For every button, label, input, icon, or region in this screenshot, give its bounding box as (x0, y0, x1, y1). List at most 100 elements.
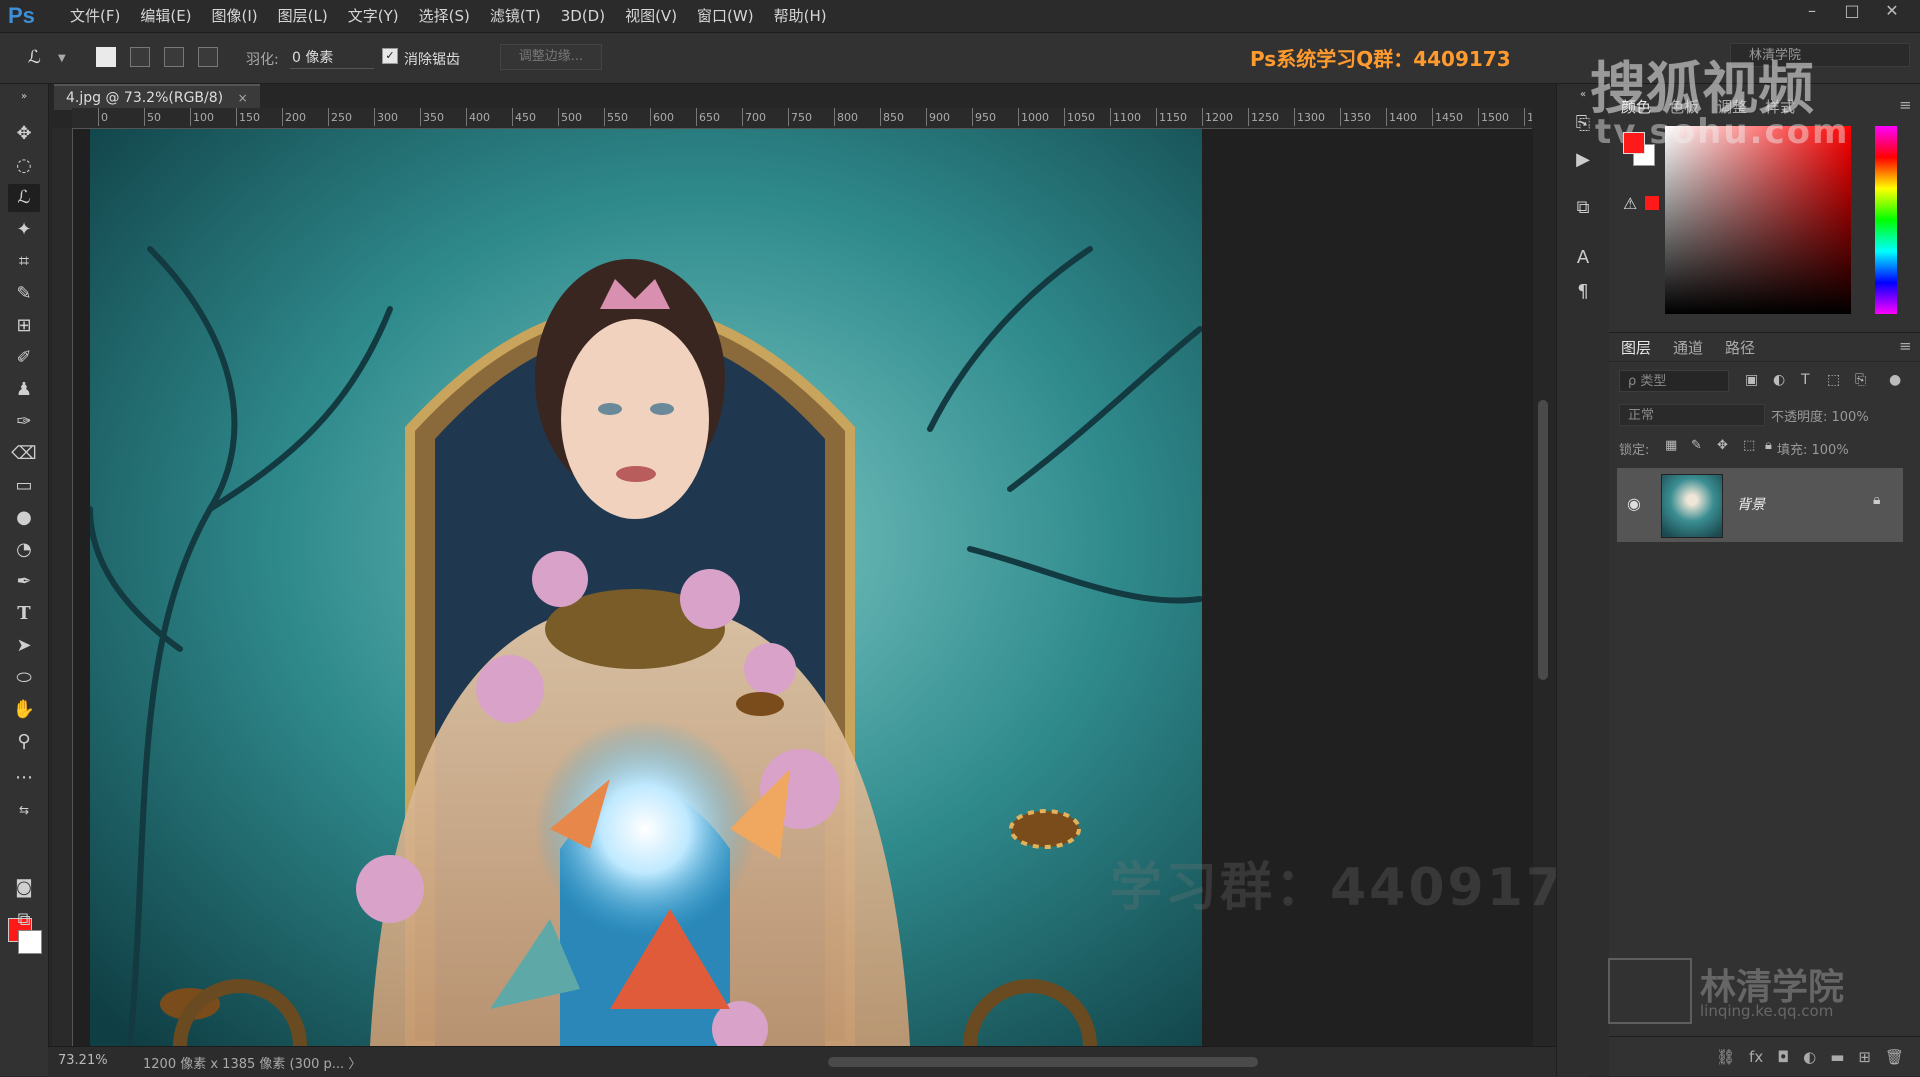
layer-filter-select[interactable]: ρ 类型 (1619, 370, 1729, 392)
quick-mask-icon[interactable]: ◙ (8, 874, 40, 902)
ruler-tick: 100 (190, 108, 214, 126)
pen-tool-icon[interactable]: ✒ (8, 568, 40, 596)
lock-position-icon[interactable]: ✥ (1717, 438, 1728, 453)
actions-play-icon[interactable]: ▶ (1569, 146, 1597, 174)
menu-3d[interactable]: 3D(D) (551, 0, 615, 32)
move-tool-icon[interactable]: ✥ (8, 120, 40, 148)
menu-type[interactable]: 文字(Y) (338, 0, 409, 32)
screen-mode-icon[interactable]: ⧉ (8, 906, 40, 934)
marquee-tool-icon[interactable]: ◌ (8, 152, 40, 180)
menu-window[interactable]: 窗口(W) (687, 0, 764, 32)
hand-tool-icon[interactable]: ✋ (8, 696, 40, 724)
new-group-icon[interactable]: ▬ (1830, 1048, 1844, 1066)
menu-layer[interactable]: 图层(L) (268, 0, 338, 32)
panel-menu-icon[interactable]: ≡ (1899, 96, 1912, 114)
document-size-info[interactable]: 1200 像素 x 1385 像素 (300 p... 〉 (143, 1053, 361, 1072)
lock-icon[interactable]: 🔒︎ (1873, 492, 1880, 508)
tools-panel: » ✥ ◌ ℒ ✦ ⌗ ✎ ⊞ ✐ ♟ ✑ ⌫ ▭ ● ◔ ✒ T ➤ ⬭ ✋ … (0, 84, 49, 1076)
eye-icon[interactable]: ◉ (1627, 494, 1641, 513)
filter-toggle-icon[interactable]: ● (1889, 372, 1901, 388)
menu-select[interactable]: 选择(S) (409, 0, 480, 32)
lock-image-icon[interactable]: ✎ (1691, 438, 1702, 453)
minimize-button[interactable]: – (1792, 0, 1832, 24)
layer-name[interactable]: 背景 (1737, 494, 1765, 514)
gamut-color-swatch[interactable] (1645, 196, 1659, 210)
tab-channels[interactable]: 通道 (1673, 337, 1703, 358)
stamp-tool-icon[interactable]: ♟ (8, 376, 40, 404)
adjustment-layer-icon[interactable]: ◐ (1803, 1048, 1816, 1066)
layer-row[interactable]: ◉ 背景 🔒︎ (1617, 468, 1903, 542)
link-layers-icon[interactable]: ⛓ (1716, 1048, 1735, 1066)
zoom-tool-icon[interactable]: ⚲ (8, 728, 40, 756)
shape-filter-icon[interactable]: ⬚ (1827, 372, 1840, 388)
maximize-button[interactable]: □ (1832, 0, 1872, 24)
opacity-field[interactable]: 不透明度: 100% (1771, 406, 1869, 425)
image-filter-icon[interactable]: ▣ (1745, 372, 1758, 388)
menu-image[interactable]: 图像(I) (202, 0, 268, 32)
eyedropper-tool-icon[interactable]: ✎ (8, 280, 40, 308)
subtract-selection-button[interactable] (164, 47, 184, 67)
ellipse-tool-icon[interactable]: ⬭ (8, 664, 40, 692)
type-filter-icon[interactable]: T (1801, 372, 1810, 388)
collapse-icon[interactable]: » (8, 90, 40, 104)
add-selection-button[interactable] (130, 47, 150, 67)
horizontal-scrollbar[interactable] (828, 1057, 1258, 1067)
panel-menu-icon[interactable]: ≡ (1899, 337, 1912, 355)
add-mask-icon[interactable]: ◘ (1777, 1048, 1789, 1066)
lock-artboard-icon[interactable]: ⬚ (1743, 438, 1755, 453)
magic-wand-tool-icon[interactable]: ✦ (8, 216, 40, 244)
smart-object-filter-icon[interactable]: ⎘ (1855, 372, 1866, 388)
menu-view[interactable]: 视图(V) (615, 0, 687, 32)
refine-edge-button[interactable]: 调整边缘... (500, 44, 602, 70)
dodge-tool-icon[interactable]: ◔ (8, 536, 40, 564)
gradient-tool-icon[interactable]: ▭ (8, 472, 40, 500)
vertical-scrollbar[interactable] (1538, 400, 1548, 680)
close-button[interactable]: ✕ (1872, 0, 1912, 24)
crop-tool-icon[interactable]: ⌗ (8, 248, 40, 276)
status-bar: 73.21% 1200 像素 x 1385 像素 (300 p... 〉 (48, 1046, 1588, 1077)
clone-source-icon[interactable]: ⧉ (1569, 194, 1597, 222)
zoom-level[interactable]: 73.21% (58, 1053, 108, 1068)
patch-tool-icon[interactable]: ⊞ (8, 312, 40, 340)
document-artwork[interactable] (90, 129, 1202, 1046)
lock-all-icon[interactable]: 🔒︎ (1765, 438, 1772, 453)
path-select-tool-icon[interactable]: ➤ (8, 632, 40, 660)
lasso-tool-icon[interactable]: ℒ (8, 184, 40, 212)
more-tools-icon[interactable]: ⋯ (8, 764, 40, 792)
blur-tool-icon[interactable]: ● (8, 504, 40, 532)
feather-input[interactable] (290, 46, 374, 69)
lasso-preset-icon[interactable]: ℒ (28, 47, 41, 68)
type-tool-icon[interactable]: T (8, 600, 40, 628)
eraser-tool-icon[interactable]: ⌫ (8, 440, 40, 468)
adjustment-filter-icon[interactable]: ◐ (1773, 372, 1785, 388)
tab-layers[interactable]: 图层 (1621, 337, 1651, 358)
lock-transparent-icon[interactable]: ▦ (1665, 438, 1677, 453)
menu-file[interactable]: 文件(F) (60, 0, 130, 32)
close-tab-icon[interactable]: × (238, 91, 248, 105)
new-layer-icon[interactable]: ⊞ (1858, 1048, 1871, 1066)
menu-edit[interactable]: 编辑(E) (130, 0, 201, 32)
menu-filter[interactable]: 滤镜(T) (480, 0, 551, 32)
color-picker-field[interactable] (1665, 126, 1851, 314)
character-panel-icon[interactable]: A (1569, 244, 1597, 272)
hue-slider[interactable] (1875, 126, 1897, 314)
tab-paths[interactable]: 路径 (1725, 337, 1755, 358)
fill-field[interactable]: 填充: 100% (1777, 439, 1849, 458)
panel-foreground-swatch[interactable] (1623, 132, 1645, 154)
brush-tool-icon[interactable]: ✐ (8, 344, 40, 372)
paragraph-panel-icon[interactable]: ¶ (1569, 278, 1597, 306)
blend-mode-select[interactable]: 正常 (1619, 404, 1765, 426)
history-brush-tool-icon[interactable]: ✑ (8, 408, 40, 436)
fx-icon[interactable]: fx (1749, 1048, 1763, 1066)
document-tab[interactable]: 4.jpg @ 73.2%(RGB/8) × (54, 84, 260, 110)
antialias-checkbox[interactable]: ✓ (382, 48, 398, 64)
swap-colors-icon[interactable]: ⇆ (8, 796, 40, 824)
new-selection-button[interactable] (96, 47, 116, 67)
gamut-warning-icon[interactable]: ⚠ (1623, 194, 1637, 213)
delete-layer-icon[interactable]: 🗑︎ (1885, 1048, 1904, 1066)
chevron-down-icon[interactable]: ▼ (58, 53, 66, 64)
intersect-selection-button[interactable] (198, 47, 218, 67)
school-url-watermark: linqing.ke.qq.com (1700, 1002, 1834, 1020)
ruler-tick: 1000 (1018, 108, 1049, 126)
menu-help[interactable]: 帮助(H) (764, 0, 837, 32)
